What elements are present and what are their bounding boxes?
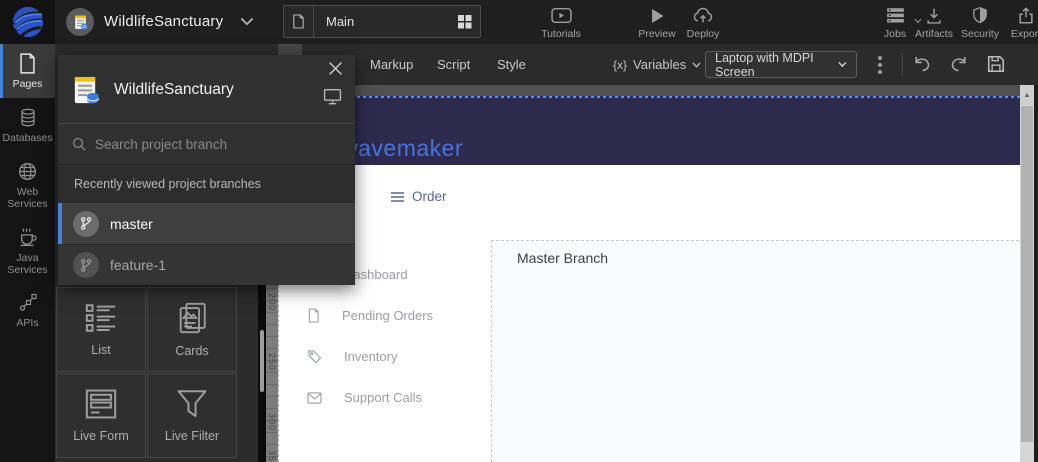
variables-icon: {x} xyxy=(613,58,627,72)
save-button[interactable] xyxy=(986,54,1006,74)
nav-item-label: Support Calls xyxy=(344,390,422,405)
widget-cards[interactable]: Cards xyxy=(147,287,237,372)
preview-page-header[interactable]: wavemaker xyxy=(279,98,1021,165)
top-bar: WildlifeSanctuary Main Tutorials Preview xyxy=(0,0,1038,44)
preview-menu-row: Order xyxy=(279,165,1021,240)
popup-project-title: WildlifeSanctuary xyxy=(114,81,234,99)
git-branch-icon xyxy=(73,252,99,278)
tab-style[interactable]: Style xyxy=(497,44,526,85)
device-chevron-down-icon xyxy=(838,61,847,68)
branch-search-input[interactable] xyxy=(95,137,341,152)
pages-icon xyxy=(0,53,55,74)
panel-scrollbar-thumb[interactable] xyxy=(260,330,264,392)
tutorials-button[interactable]: Tutorials xyxy=(532,4,590,40)
menu-item-order[interactable]: Order xyxy=(391,189,447,204)
canvas-toolbar: Markup Script Style {x} Variables Laptop… xyxy=(278,44,1038,85)
project-chevron-down-icon[interactable] xyxy=(240,17,254,26)
java-services-coffee-icon xyxy=(0,227,55,248)
document-icon xyxy=(307,308,320,323)
web-services-globe-icon xyxy=(0,161,55,182)
monitor-icon[interactable] xyxy=(323,88,342,105)
preview-content-panel[interactable]: Master Branch xyxy=(491,240,1019,462)
save-icon xyxy=(986,54,1006,74)
popup-header: WildlifeSanctuary xyxy=(58,55,355,123)
project-avatar[interactable] xyxy=(66,8,94,36)
more-options-kebab-icon[interactable] xyxy=(872,52,888,77)
project-name[interactable]: WildlifeSanctuary xyxy=(104,0,223,44)
sidebar-item-apis[interactable]: APIs xyxy=(0,284,55,337)
tutorials-icon xyxy=(532,4,590,24)
databases-icon xyxy=(0,107,55,128)
branch-name: master xyxy=(110,216,153,232)
undo-icon xyxy=(912,54,932,72)
ruler-label: 300 xyxy=(267,413,277,431)
variables-chevron-down-icon xyxy=(692,62,701,68)
live-filter-funnel-icon xyxy=(175,388,209,420)
project-branch-popup: WildlifeSanctuary Recently viewed projec… xyxy=(58,55,355,285)
toolbar-divider xyxy=(902,53,903,76)
project-icon xyxy=(70,75,101,106)
project-icon xyxy=(72,14,89,31)
nav-item-support-calls[interactable]: Support Calls xyxy=(307,390,422,405)
git-branch-icon xyxy=(73,211,99,237)
menu-item-label: Order xyxy=(412,189,447,204)
deploy-icon xyxy=(674,4,732,24)
active-page-tab[interactable]: Main xyxy=(283,5,481,38)
list-widget-icon xyxy=(84,302,118,334)
branch-item-master[interactable]: master xyxy=(58,203,355,244)
branch-name: feature-1 xyxy=(110,257,166,273)
sidebar-item-databases[interactable]: Databases xyxy=(0,98,55,152)
cards-widget-icon xyxy=(176,301,208,335)
envelope-icon xyxy=(307,392,322,404)
nav-item-inventory[interactable]: Inventory xyxy=(307,349,397,364)
tag-icon xyxy=(307,349,322,364)
branches-section-label: Recently viewed project branches xyxy=(58,165,355,203)
content-label: Master Branch xyxy=(517,250,608,266)
sidebar-item-web-services[interactable]: Web Services xyxy=(0,152,55,218)
widget-list[interactable]: List xyxy=(56,287,146,372)
pages-grid-icon[interactable] xyxy=(457,14,472,29)
redo-button[interactable] xyxy=(949,54,969,72)
brand-text: wavemaker xyxy=(341,135,463,162)
scrollbar-thumb[interactable] xyxy=(1021,106,1033,442)
page-tab-label: Main xyxy=(314,14,457,29)
left-rail: Pages Databases Web Services Java Servic… xyxy=(0,44,55,462)
live-form-widget-icon xyxy=(84,388,118,420)
variables-label: Variables xyxy=(633,57,686,72)
branch-item-feature-1[interactable]: feature-1 xyxy=(58,244,355,285)
scrollbar-up-arrow[interactable]: ▲ xyxy=(1020,85,1034,105)
branch-search-row xyxy=(58,123,355,165)
nav-item-label: Pending Orders xyxy=(342,308,433,323)
variables-menu[interactable]: {x} Variables xyxy=(613,44,701,85)
horizontal-ruler xyxy=(279,85,1021,96)
wavemaker-logo[interactable] xyxy=(0,0,55,44)
canvas-scrollbar[interactable]: ▲ xyxy=(1020,85,1034,462)
page-icon xyxy=(284,6,314,37)
ruler-label: 350 xyxy=(267,450,277,462)
wavemaker-studio: WildlifeSanctuary Main Tutorials Preview xyxy=(0,0,1038,462)
ruler-label: 200 xyxy=(267,293,277,311)
hamburger-icon xyxy=(391,192,404,202)
apis-icon xyxy=(0,293,55,313)
sidebar-item-java-services[interactable]: Java Services xyxy=(0,218,55,284)
widget-live-filter[interactable]: Live Filter xyxy=(147,373,237,458)
sidebar-item-pages[interactable]: Pages xyxy=(0,44,55,98)
widget-live-form[interactable]: Live Form xyxy=(56,373,146,458)
preview-content-row: Dashboard Pending Orders Inventory Suppo… xyxy=(279,240,1021,462)
nav-item-pending-orders[interactable]: Pending Orders xyxy=(307,308,433,323)
tab-markup[interactable]: Markup xyxy=(370,44,413,85)
undo-button[interactable] xyxy=(912,54,932,72)
device-selector[interactable]: Laptop with MDPI Screen xyxy=(705,51,857,78)
wavemaker-logo-icon xyxy=(11,5,45,39)
search-icon xyxy=(72,137,86,151)
deploy-button[interactable]: Deploy xyxy=(674,4,732,40)
export-icon xyxy=(997,4,1038,24)
tab-script[interactable]: Script xyxy=(437,44,470,85)
export-button[interactable]: Export xyxy=(997,4,1038,40)
device-selector-value: Laptop with MDPI Screen xyxy=(715,51,838,79)
redo-icon xyxy=(949,54,969,72)
nav-item-label: Inventory xyxy=(344,349,397,364)
ruler-label: 250 xyxy=(267,353,277,371)
design-canvas[interactable]: wavemaker Order Dashboard Pending Orders xyxy=(278,85,1020,462)
